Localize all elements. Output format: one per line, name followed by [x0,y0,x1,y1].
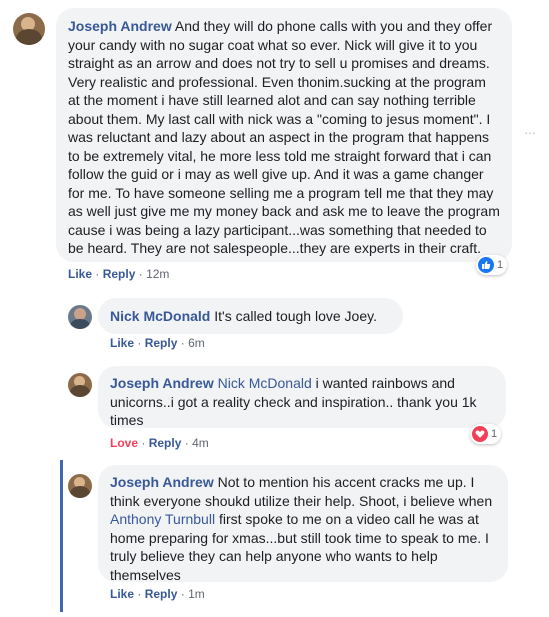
reply-bubble: Joseph Andrew Nick McDonald i wanted rai… [98,366,506,428]
heart-icon [472,426,488,442]
thread-indicator [60,460,63,612]
separator: · [184,436,193,450]
comment-bubble: Joseph Andrew And they will do phone cal… [56,8,512,262]
reply-link[interactable]: Reply [103,267,136,281]
like-link[interactable]: Like [68,267,92,281]
reply-bubble: Nick McDonald It's called tough love Joe… [98,298,403,334]
comment-author[interactable]: Nick McDonald [110,308,210,324]
reply-bubble: Joseph Andrew Not to mention his accent … [98,465,508,583]
mention-link[interactable]: Nick McDonald [218,375,312,391]
avatar-joseph-andrew[interactable] [68,373,92,397]
comment-author[interactable]: Joseph Andrew [110,474,214,490]
comment-author[interactable]: Joseph Andrew [110,375,214,391]
timestamp[interactable]: 6m [188,336,205,350]
comment-text: It's called tough love Joey. [214,308,377,324]
avatar-nick-mcdonald[interactable] [68,305,92,329]
reaction-badge[interactable]: 1 [476,255,508,275]
like-link[interactable]: Like [110,336,134,350]
separator: · [137,336,145,350]
separator: · [180,336,189,350]
separator: · [180,587,189,601]
comment-author[interactable]: Joseph Andrew [68,18,172,34]
timestamp[interactable]: 1m [188,587,205,601]
comment-text: And they will do phone calls with you an… [68,18,500,256]
reaction-count: 1 [497,259,504,271]
reply-link[interactable]: Reply [145,587,178,601]
comment-actions: Like · Reply · 1m [110,587,205,601]
separator: · [137,587,145,601]
comment-actions: Like · Reply · 12m [68,267,169,281]
timestamp[interactable]: 4m [192,436,209,450]
like-link[interactable]: Like [110,587,134,601]
reaction-badge[interactable]: 1 [470,424,502,444]
separator: · [141,436,149,450]
avatar-joseph-andrew[interactable] [68,474,92,498]
comment-actions: Love · Reply · 4m [110,436,209,450]
reaction-count: 1 [491,428,498,440]
more-options-icon[interactable]: ··· [524,124,536,140]
love-link[interactable]: Love [110,436,138,450]
separator: · [95,267,103,281]
mention-link[interactable]: Anthony Turnbull [110,511,215,527]
separator: · [138,267,147,281]
like-icon [478,257,494,273]
reply-link[interactable]: Reply [145,336,178,350]
timestamp[interactable]: 12m [146,267,169,281]
avatar-joseph-andrew[interactable] [13,13,45,45]
comment-actions: Like · Reply · 6m [110,336,205,350]
reply-link[interactable]: Reply [149,436,182,450]
